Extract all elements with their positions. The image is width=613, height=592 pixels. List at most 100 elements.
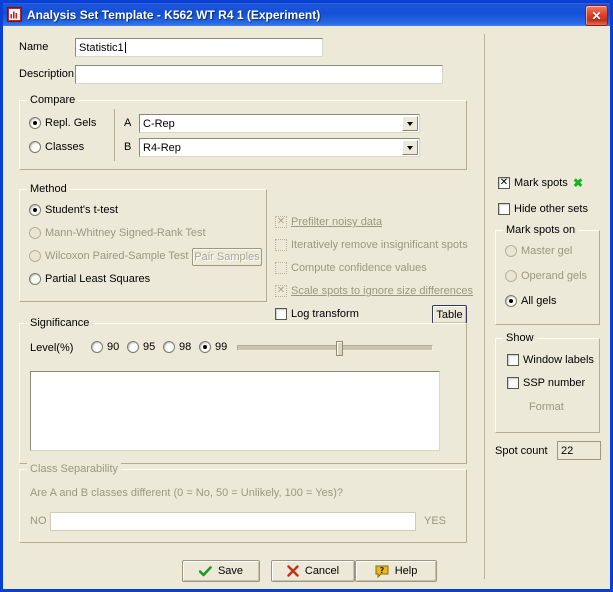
cancel-button[interactable]: Cancel — [271, 560, 355, 582]
window-title: Analysis Set Template - K562 WT R4 1 (Ex… — [27, 7, 321, 22]
checkbox-iteratively-remove-insignificant-spots: Iteratively remove insignificant spots — [275, 239, 468, 251]
close-icon[interactable]: ✕ — [585, 5, 608, 26]
compare-inner-divider — [114, 109, 115, 161]
spot-count-value: 22 — [561, 444, 574, 457]
checkbox-prefilter-noisy-data: Prefilter noisy data — [275, 216, 382, 228]
checkbox-indicator — [275, 239, 287, 251]
format-button: Format — [529, 401, 564, 413]
checkbox-log-transform-label: Log transform — [291, 308, 359, 320]
separability-question: Are A and B classes different (0 = No, 5… — [30, 487, 343, 499]
radio-level-95-label: 95 — [143, 341, 156, 353]
checkbox-compute-confidence-values-label: Compute confidence values — [291, 262, 427, 274]
radio-operand-gels: Operand gels — [505, 270, 587, 282]
radio-indicator — [127, 341, 139, 353]
chart-app-icon — [7, 7, 22, 22]
significance-group: Significance Level(%) 90 95 98 99 — [19, 317, 467, 464]
combo-b-label: B — [124, 141, 132, 153]
checkbox-hide-other-sets[interactable]: Hide other sets — [498, 203, 588, 215]
table-button[interactable]: Table — [432, 305, 467, 324]
title-bar[interactable]: Analysis Set Template - K562 WT R4 1 (Ex… — [3, 3, 610, 26]
pair-samples-button: Pair Samples — [192, 248, 262, 266]
radio-level-98[interactable]: 98 — [163, 341, 191, 353]
show-group: Show Window labels SSP number Format — [495, 332, 600, 433]
panel-divider — [484, 34, 485, 579]
radio-level-95[interactable]: 95 — [127, 341, 155, 353]
check-icon — [198, 565, 212, 577]
radio-partial-least-squares[interactable]: Partial Least Squares — [29, 273, 150, 285]
combo-a-value: C-Rep — [143, 117, 175, 130]
radio-operand-gels-label: Operand gels — [521, 270, 588, 282]
radio-level-90-label: 90 — [107, 341, 120, 353]
text-caret — [124, 42, 126, 53]
cancel-button-label: Cancel — [304, 565, 340, 577]
significance-slider[interactable] — [237, 341, 433, 356]
radio-indicator — [505, 295, 517, 307]
checkbox-indicator — [498, 177, 510, 189]
spot-count-field: 22 — [557, 441, 601, 460]
radio-level-90[interactable]: 90 — [91, 341, 119, 353]
close-x-icon — [287, 565, 299, 577]
radio-level-99[interactable]: 99 — [199, 341, 227, 353]
help-question-icon: ? — [375, 565, 389, 578]
results-text — [31, 372, 439, 376]
compare-group: Compare Repl. Gels Classes A C-Rep B R4-… — [19, 94, 467, 170]
radio-classes[interactable]: Classes — [29, 141, 84, 153]
checkbox-ssp-number-label: SSP number — [523, 377, 586, 389]
checkbox-indicator — [507, 354, 519, 366]
checkbox-window-labels[interactable]: Window labels — [507, 354, 594, 366]
combo-a[interactable]: C-Rep — [139, 114, 420, 133]
separability-max-label: YES — [424, 515, 447, 527]
class-separability-group: Class Separability Are A and B classes d… — [19, 463, 467, 543]
combo-b-value: R4-Rep — [143, 141, 181, 154]
radio-repl-gels[interactable]: Repl. Gels — [29, 117, 96, 129]
radio-students-t-test-label: Student's t-test — [45, 204, 119, 216]
close-glyph: ✕ — [591, 8, 602, 23]
mark-spots-marker-icon: ✖ — [573, 176, 584, 190]
radio-indicator — [29, 117, 41, 129]
slider-thumb[interactable] — [335, 341, 343, 356]
radio-indicator — [163, 341, 175, 353]
description-row: Description — [19, 68, 75, 80]
radio-repl-gels-label: Repl. Gels — [45, 117, 97, 129]
checkbox-indicator — [275, 285, 287, 297]
compare-group-title: Compare — [27, 94, 79, 106]
checkbox-mark-spots-label: Mark spots — [514, 177, 568, 189]
name-input[interactable]: Statistic1 — [75, 38, 323, 57]
combo-a-label: A — [124, 117, 132, 129]
separability-min-label: NO — [30, 515, 47, 527]
spot-count-label: Spot count — [495, 445, 548, 457]
description-label: Description — [19, 68, 75, 80]
name-label: Name — [19, 41, 49, 53]
save-button-label: Save — [217, 565, 244, 577]
save-button[interactable]: Save — [182, 560, 260, 582]
checkbox-scale-spots-ignore-size-differences: Scale spots to ignore size differences — [275, 285, 473, 297]
radio-mann-whitney-label: Mann-Whitney Signed-Rank Test — [45, 227, 206, 239]
checkbox-indicator — [275, 262, 287, 274]
chevron-down-icon[interactable] — [402, 140, 418, 155]
results-textarea[interactable] — [30, 371, 440, 451]
radio-indicator — [91, 341, 103, 353]
checkbox-mark-spots[interactable]: Mark spots — [498, 177, 568, 189]
method-group: Method Student's t-test Mann-Whitney Sig… — [19, 183, 267, 302]
checkbox-indicator — [275, 308, 287, 320]
radio-wilcoxon: Wilcoxon Paired-Sample Test — [29, 250, 188, 262]
class-separability-group-title: Class Separability — [27, 463, 122, 475]
description-input[interactable] — [75, 65, 443, 84]
checkbox-ssp-number[interactable]: SSP number — [507, 377, 585, 389]
help-button[interactable]: ? Help — [355, 560, 437, 582]
radio-students-t-test[interactable]: Student's t-test — [29, 204, 118, 216]
radio-all-gels[interactable]: All gels — [505, 295, 556, 307]
checkbox-iteratively-remove-insignificant-spots-label: Iteratively remove insignificant spots — [291, 239, 468, 251]
radio-master-gel-label: Master gel — [521, 245, 573, 257]
dialog-body: Name Statistic1 Description Compare Repl… — [3, 26, 610, 589]
radio-wilcoxon-label: Wilcoxon Paired-Sample Test — [45, 250, 189, 262]
radio-indicator — [29, 250, 41, 262]
chevron-down-icon[interactable] — [402, 116, 418, 131]
dialog-window: Analysis Set Template - K562 WT R4 1 (Ex… — [0, 0, 613, 592]
checkbox-log-transform[interactable]: Log transform — [275, 308, 359, 320]
radio-indicator — [199, 341, 211, 353]
combo-b[interactable]: R4-Rep — [139, 138, 420, 157]
radio-indicator — [505, 245, 517, 257]
radio-master-gel: Master gel — [505, 245, 572, 257]
checkbox-indicator — [507, 377, 519, 389]
